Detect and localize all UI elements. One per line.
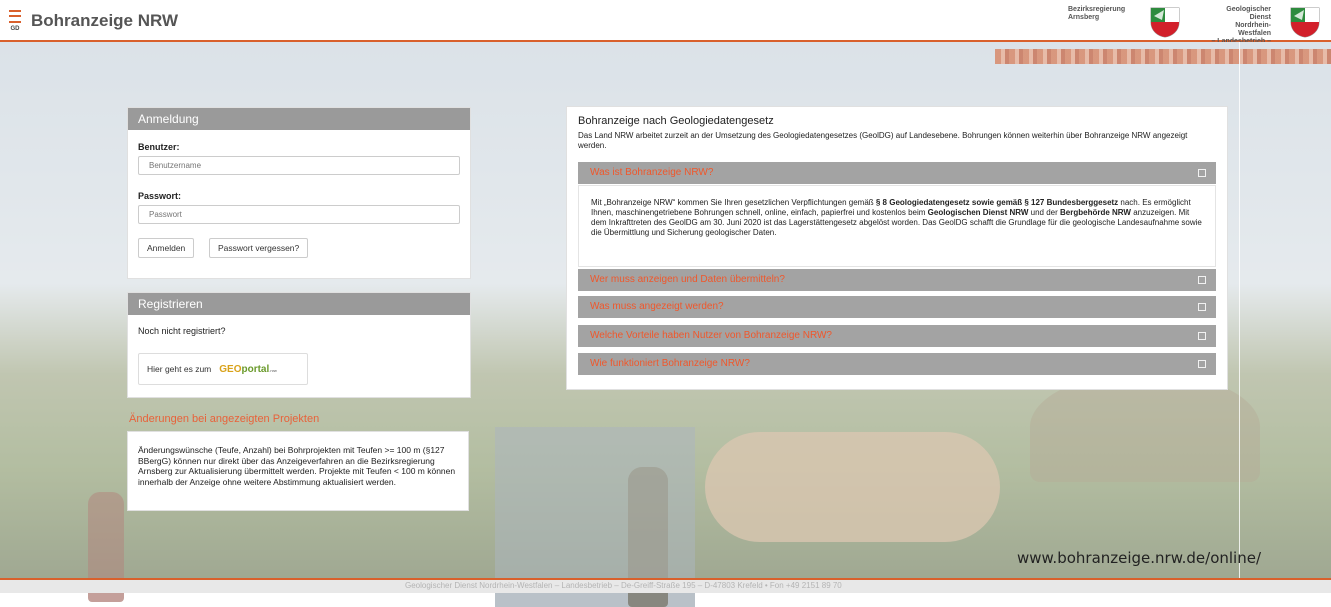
divider [1239,42,1240,578]
forgot-password-button[interactable]: Passwort vergessen? [209,238,309,258]
password-input[interactable] [138,205,460,224]
register-panel: Registrieren Noch nicht registriert? Hie… [127,292,471,398]
gd-logo[interactable]: GD [9,10,21,32]
changes-title: Änderungen bei angezeigten Projekten [129,413,320,425]
geoportal-logo: GEOportal.nrw [219,363,277,375]
accordion-label: Welche Vorteile haben Nutzer von Bohranz… [590,330,832,341]
authority-arnsberg-line2: Arnsberg [1068,14,1100,21]
expand-icon [1198,303,1206,311]
login-panel: Anmeldung Benutzer: Passwort: Anmelden P… [127,107,471,279]
accordion-label: Wie funktioniert Bohranzeige NRW? [590,358,750,369]
password-label: Passwort: [138,191,182,201]
changes-text: Änderungswünsche (Teufe, Anzahl) bei Boh… [127,431,469,511]
footer-text: Geologischer Dienst Nordrhein-Westfalen … [405,581,842,590]
gd-logo-text: GD [10,25,20,32]
expand-icon [1198,360,1206,368]
authority-arnsberg-line1: Bezirksregierung [1068,6,1126,13]
geoportal-link-text: Hier geht es zum [147,364,212,374]
login-heading: Anmeldung [128,108,470,130]
login-button[interactable]: Anmelden [138,238,195,258]
app-title[interactable]: Bohranzeige NRW [31,11,178,31]
accordion-item-who[interactable]: Wer muss anzeigen und Daten übermitteln? [578,269,1216,291]
footer: Geologischer Dienst Nordrhein-Westfalen … [0,578,1331,593]
nrw-crest-icon[interactable] [1148,6,1182,38]
accordion-item-advantages[interactable]: Welche Vorteile haben Nutzer von Bohranz… [578,325,1216,347]
info-panel: Bohranzeige nach Geologiedatengesetz Das… [566,106,1228,390]
accordion-item-what-is[interactable]: Was ist Bohranzeige NRW? [578,162,1216,184]
authority-gd-line1: Geologischer Dienst [1226,6,1271,21]
accordion-label: Wer muss anzeigen und Daten übermitteln? [590,274,785,285]
accordion-item-what[interactable]: Was muss angezeigt werden? [578,296,1216,318]
header: GD Bohranzeige NRW Bezirksregierung Arns… [0,0,1331,45]
authority-arnsberg: Bezirksregierung Arnsberg [1068,6,1125,22]
nrw-crest-icon-2[interactable] [1288,6,1322,38]
accordion-label: Was ist Bohranzeige NRW? [590,167,714,178]
authority-gd-nrw: Geologischer Dienst Nordrhein-Westfalen … [1208,6,1271,46]
authority-gd-line2: Nordrhein-Westfalen [1235,22,1271,37]
username-label: Benutzer: [138,142,180,152]
accordion-body: Mit „Bohranzeige NRW“ kommen Sie Ihren g… [578,185,1216,267]
accordion-label: Was muss angezeigt werden? [590,301,724,312]
info-title: Bohranzeige nach Geologiedatengesetz [578,115,774,127]
username-input[interactable] [138,156,460,175]
expand-icon [1198,169,1206,177]
register-heading: Registrieren [128,293,470,315]
geoportal-link[interactable]: Hier geht es zum GEOportal.nrw [138,353,308,385]
decorative-strip [995,49,1331,64]
register-question: Noch nicht registriert? [138,326,226,336]
accordion-item-how[interactable]: Wie funktioniert Bohranzeige NRW? [578,353,1216,375]
info-intro: Das Land NRW arbeitet zurzeit an der Ums… [578,131,1188,150]
expand-icon [1198,332,1206,340]
url-text: www.bohranzeige.nrw.de/online/ [1017,549,1261,567]
expand-icon [1198,276,1206,284]
